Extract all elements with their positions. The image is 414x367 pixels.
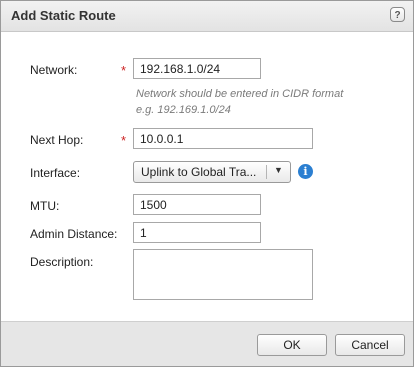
interface-label: Interface: <box>30 166 81 180</box>
network-hint-line-1: Network should be entered in CIDR format <box>136 88 344 100</box>
network-input[interactable] <box>133 58 261 79</box>
next-hop-input[interactable] <box>133 128 313 149</box>
mtu-input[interactable] <box>133 194 261 215</box>
next-hop-required-mark: * <box>121 133 127 148</box>
network-hint-line-2: e.g. 192.169.1.0/24 <box>136 104 231 116</box>
description-textarea[interactable] <box>133 249 313 300</box>
description-label: Description: <box>30 255 94 269</box>
mtu-label: MTU: <box>30 199 60 213</box>
select-divider <box>266 165 267 179</box>
admin-distance-input[interactable] <box>133 222 261 243</box>
network-required-mark: * <box>121 63 127 78</box>
ok-button[interactable]: OK <box>257 334 327 356</box>
interface-selected-value: Uplink to Global Tra... <box>141 165 257 179</box>
admin-distance-label: Admin Distance: <box>30 227 118 241</box>
network-label: Network: <box>30 63 78 77</box>
add-static-route-dialog: Add Static Route ? Network: * Network sh… <box>0 0 414 367</box>
next-hop-label: Next Hop: <box>30 133 84 147</box>
help-icon[interactable]: ? <box>390 7 405 22</box>
info-icon[interactable]: i <box>298 164 313 179</box>
interface-select[interactable]: Uplink to Global Tra... ▼ <box>133 161 291 183</box>
cancel-button[interactable]: Cancel <box>335 334 405 356</box>
chevron-down-icon[interactable]: ▼ <box>274 165 283 175</box>
dialog-footer: OK Cancel <box>1 321 413 366</box>
dialog-titlebar: Add Static Route ? <box>1 1 413 32</box>
dialog-title: Add Static Route <box>11 8 116 23</box>
